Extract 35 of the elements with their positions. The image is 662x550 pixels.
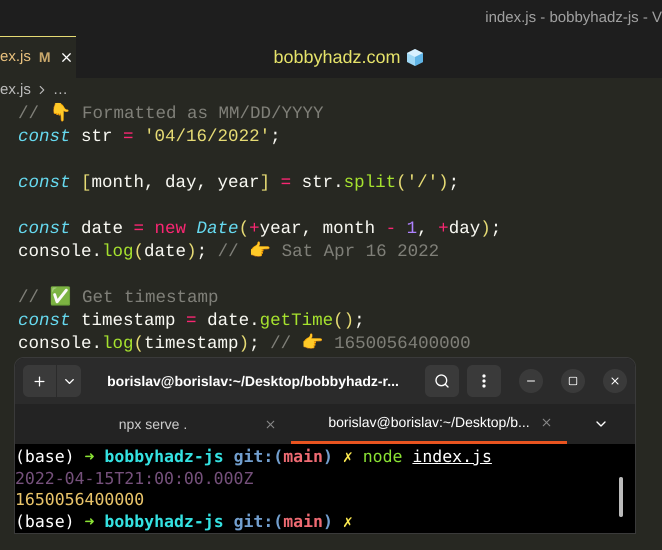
terminal-line: 1650056400000 xyxy=(15,489,144,510)
breadcrumb-item[interactable]: ex.js xyxy=(0,78,31,102)
terminal-line: (base) ➜ bobbyhadz-js git:(main) ✗ node index.js xyxy=(15,446,492,468)
site-title: bobbyhadz.com xyxy=(273,46,401,69)
code-line: // ✅ Get timestamp xyxy=(18,287,219,310)
breadcrumb-item[interactable]: … xyxy=(52,78,68,102)
plus-icon xyxy=(32,374,47,388)
maximize-icon xyxy=(568,376,578,386)
terminal-line: 2022-04-15T21:00:00.000Z xyxy=(15,468,254,489)
cube-icon xyxy=(404,47,425,67)
code-line: // 👇 Formatted as MM/DD/YYYY xyxy=(18,103,324,126)
close-icon xyxy=(609,375,621,387)
code-line: console.log(date); // 👉 Sat Apr 16 2022 xyxy=(18,241,440,264)
search-button[interactable] xyxy=(425,365,459,397)
terminal-tab[interactable]: borislav@borislav:~/Desktop/b... xyxy=(291,404,567,444)
code-line: const date = new Date(+year, month - 1, +day); xyxy=(18,218,502,241)
terminal-title: borislav@borislav:~/Desktop/bobbyhadz-r... xyxy=(106,372,400,391)
search-icon xyxy=(434,373,450,389)
terminal-line: (base) ➜ bobbyhadz-js git:(main) ✗ xyxy=(15,510,353,532)
tab-label: ex.js xyxy=(0,47,31,68)
editor-tab[interactable]: ex.js M xyxy=(0,36,76,78)
scrollbar-thumb[interactable] xyxy=(619,477,623,517)
code-line: const [month, day, year] = str.split('/'); xyxy=(18,172,460,195)
close-button[interactable] xyxy=(603,369,627,393)
dropdown-button[interactable] xyxy=(57,365,81,397)
window-title: index.js - bobbyhadz-js - V xyxy=(485,8,662,28)
modified-indicator: M xyxy=(38,48,51,67)
menu-button[interactable] xyxy=(467,365,501,397)
code-line: const str = '04/16/2022'; xyxy=(18,126,281,149)
maximize-button[interactable] xyxy=(561,369,585,393)
code-line: console.log(timestamp); // 👉 1650056400000 xyxy=(18,333,471,356)
menu-icon xyxy=(482,374,486,388)
code-line: const timestamp = date.getTime(); xyxy=(18,310,365,333)
new-tab-button[interactable] xyxy=(23,365,57,397)
terminal-tab[interactable]: npx serve . xyxy=(15,404,291,444)
